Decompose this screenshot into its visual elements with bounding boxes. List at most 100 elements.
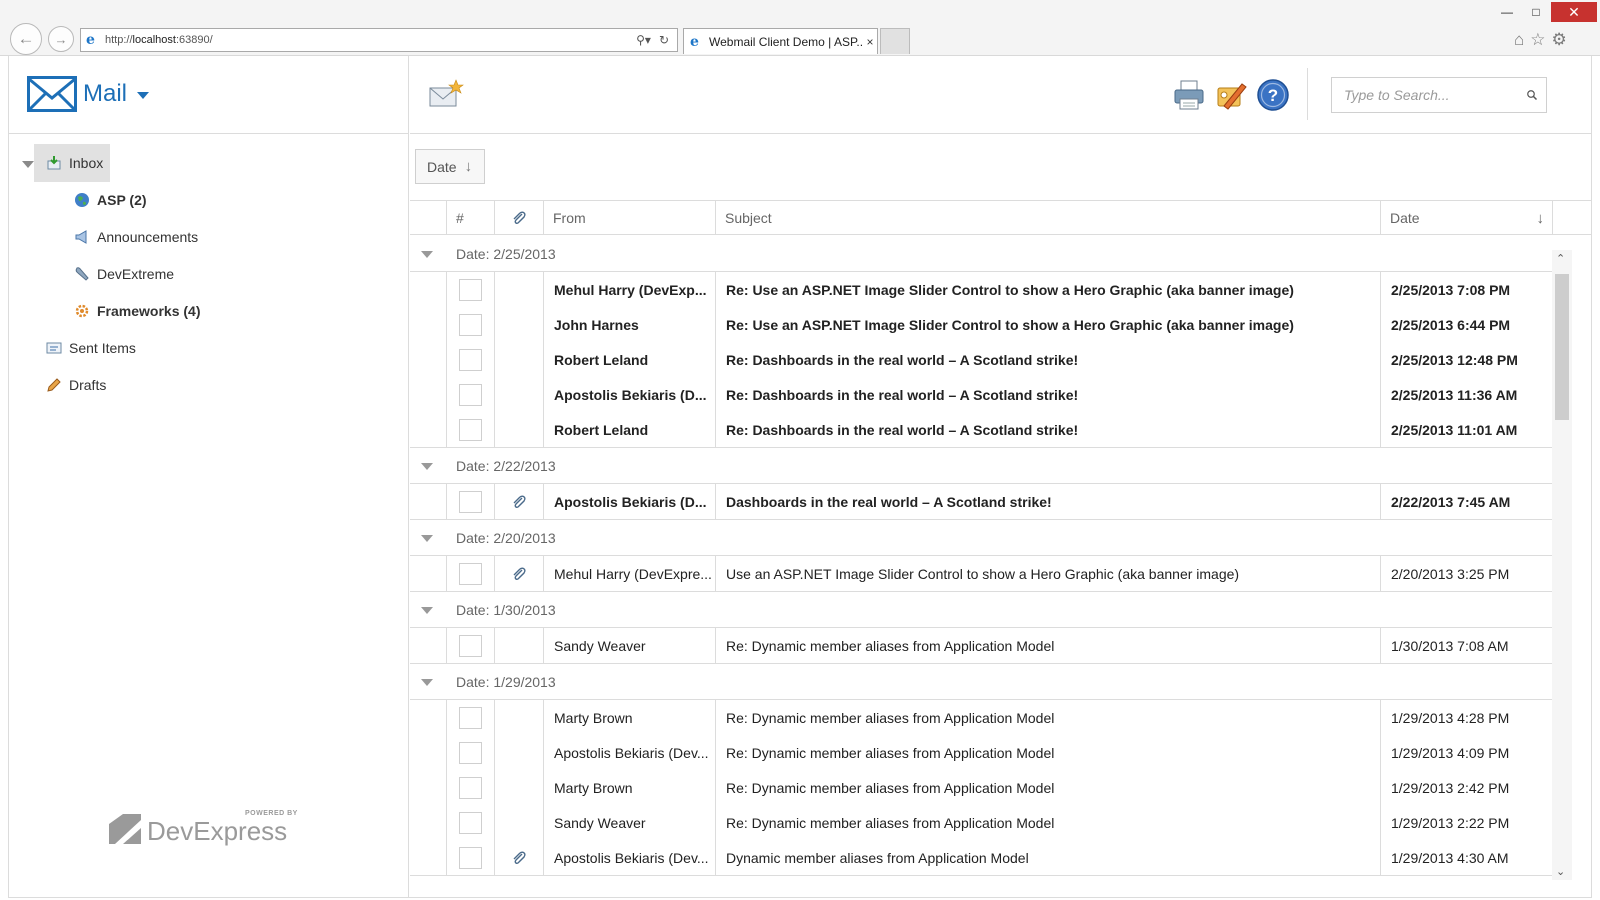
date-cell: 1/30/2013 7:08 AM [1380,628,1552,663]
mail-menu-caret-icon[interactable] [137,92,149,99]
row-checkbox[interactable] [459,348,482,371]
message-row[interactable]: Marty Brown Re: Dynamic member aliases fr… [446,700,1552,735]
group-collapse-icon[interactable] [421,463,433,470]
row-checkbox[interactable] [459,846,482,869]
tab-close-icon[interactable]: × [863,35,877,49]
row-checkbox[interactable] [459,313,482,336]
globe-icon [73,191,91,209]
group-by-date-button[interactable]: Date ↓ [415,149,485,184]
url-text[interactable]: http://localhost:63890/ [105,34,636,46]
scroll-up-icon[interactable]: ⌃ [1556,252,1565,265]
column-header-from[interactable]: From [543,201,715,235]
search-dropdown-icon[interactable]: ⚲▾ [636,33,651,47]
search-box[interactable] [1331,77,1547,113]
group-collapse-icon[interactable] [421,679,433,686]
folder-sent-items[interactable]: Sent Items [45,331,136,365]
folder-frameworks[interactable]: Frameworks (4) [73,294,200,328]
from-cell: Apostolis Bekiaris (D... [543,484,715,519]
mail-header: Mail [9,56,409,134]
minimize-icon: — [1501,5,1513,19]
group-label: Date: 2/22/2013 [456,457,556,474]
back-button[interactable]: ← [10,23,42,55]
print-icon[interactable] [1172,78,1206,112]
group-row[interactable]: Date: 2/20/2013 [410,520,1552,556]
attachment-cell [494,412,543,447]
minimize-button[interactable]: — [1493,2,1521,22]
settings-gear-icon[interactable]: ⚙ [1552,30,1567,50]
group-row[interactable]: Date: 2/25/2013 [410,236,1552,272]
vertical-scrollbar[interactable]: ⌃ ⌄ [1552,250,1572,880]
row-checkbox[interactable] [459,811,482,834]
paperclip-icon [513,850,526,864]
group-row[interactable]: Date: 2/22/2013 [410,448,1552,484]
row-checkbox[interactable] [459,490,482,513]
column-header-date[interactable]: Date ↓ [1380,201,1552,235]
customize-icon[interactable] [1214,78,1248,112]
favorites-star-icon[interactable]: ☆ [1530,30,1545,50]
row-checkbox[interactable] [459,634,482,657]
browser-tab[interactable]: e Webmail Client Demo | ASP... × [683,28,878,54]
home-icon[interactable]: ⌂ [1514,30,1524,50]
new-mail-icon[interactable] [428,78,464,110]
scroll-down-icon[interactable]: ⌄ [1556,865,1565,878]
row-checkbox[interactable] [459,776,482,799]
column-header-attachment[interactable] [494,201,543,235]
inbox-collapse-icon[interactable] [22,161,34,168]
group-row[interactable]: Date: 1/30/2013 [410,592,1552,628]
row-checkbox[interactable] [459,383,482,406]
mail-title[interactable]: Mail [83,80,127,108]
folder-devextreme[interactable]: DevExtreme [73,257,174,291]
new-tab-button[interactable] [880,28,910,54]
message-row[interactable]: Sandy Weaver Re: Dynamic member aliases f… [446,628,1552,663]
forward-button[interactable]: → [48,26,74,52]
scrollbar-thumb[interactable] [1555,274,1569,420]
message-row[interactable]: Marty Brown Re: Dynamic member aliases fr… [446,770,1552,805]
folder-announcements[interactable]: Announcements [73,220,198,254]
group-collapse-icon[interactable] [421,607,433,614]
from-cell: Robert Leland [543,342,715,377]
message-row[interactable]: Robert Leland Re: Dashboards in the real … [446,412,1552,447]
search-icon[interactable] [1526,83,1538,107]
from-cell: Sandy Weaver [543,628,715,663]
row-checkbox[interactable] [459,562,482,585]
pencil-icon [45,376,63,394]
row-checkbox[interactable] [459,278,482,301]
help-icon[interactable]: ? [1256,78,1290,112]
column-header-number[interactable]: # [446,201,494,235]
search-input[interactable] [1344,87,1526,103]
attachment-cell [494,628,543,663]
select-cell [446,377,494,412]
devexpress-mark-icon [109,814,141,844]
browser-tools: ⌂ ☆ ⚙ [1514,30,1567,50]
refresh-icon[interactable]: ↻ [659,33,669,47]
message-row[interactable]: Apostolis Bekiaris (D... Dashboards in th… [446,484,1552,519]
date-cell: 1/29/2013 2:42 PM [1380,770,1552,805]
column-header-subject[interactable]: Subject [715,201,1380,235]
message-row[interactable]: Apostolis Bekiaris (Dev... Re: Dynamic me… [446,735,1552,770]
message-row[interactable]: Sandy Weaver Re: Dynamic member aliases f… [446,805,1552,840]
group-collapse-icon[interactable] [421,251,433,258]
attachment-cell [494,770,543,805]
row-checkbox[interactable] [459,741,482,764]
group-row[interactable]: Date: 1/29/2013 [410,664,1552,700]
maximize-button[interactable]: □ [1522,2,1550,22]
close-window-button[interactable]: ✕ [1551,2,1597,22]
message-row[interactable]: Mehul Harry (DevExp... Re: Use an ASP.NET… [446,272,1552,307]
from-cell: Apostolis Bekiaris (D... [543,377,715,412]
message-row[interactable]: John Harnes Re: Use an ASP.NET Image Slid… [446,307,1552,342]
row-checkbox[interactable] [459,706,482,729]
select-cell [446,840,494,875]
group-collapse-icon[interactable] [421,535,433,542]
message-row[interactable]: Apostolis Bekiaris (Dev... Dynamic member… [446,840,1552,875]
select-cell [446,307,494,342]
folder-drafts[interactable]: Drafts [45,368,106,402]
subject-cell: Re: Dynamic member aliases from Applicat… [715,770,1380,805]
address-bar[interactable]: e http://localhost:63890/ ⚲▾ ↻ [80,28,678,52]
attachment-cell [494,484,543,519]
message-row[interactable]: Mehul Harry (DevExpre... Use an ASP.NET I… [446,556,1552,591]
folder-asp[interactable]: ASP (2) [73,183,147,217]
folder-inbox[interactable]: Inbox [45,146,103,180]
row-checkbox[interactable] [459,418,482,441]
message-row[interactable]: Apostolis Bekiaris (D... Re: Dashboards i… [446,377,1552,412]
message-row[interactable]: Robert Leland Re: Dashboards in the real … [446,342,1552,377]
